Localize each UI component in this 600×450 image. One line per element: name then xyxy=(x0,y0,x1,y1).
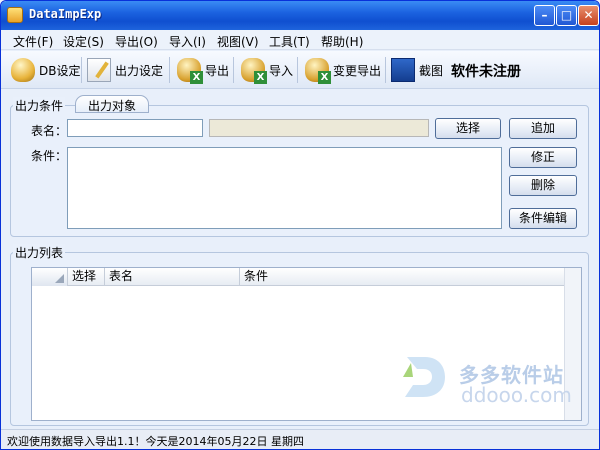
close-icon: ✕ xyxy=(583,8,594,22)
db-setting-label: DB设定 xyxy=(39,63,81,78)
modify-button[interactable]: 修正 xyxy=(509,147,577,168)
maximize-icon: □ xyxy=(560,8,573,22)
table-name-input[interactable] xyxy=(67,119,203,137)
toolbar-separator xyxy=(297,57,298,83)
toolbar: DB设定 出力设定 导出 导入 变更导出 截图 软件未注册 xyxy=(1,51,599,89)
database-icon xyxy=(11,58,35,82)
column-header-condition[interactable]: 条件 xyxy=(241,268,565,286)
add-button[interactable]: 追加 xyxy=(509,118,577,139)
minimize-icon: – xyxy=(541,8,548,22)
table-name-label: 表名： xyxy=(31,124,68,138)
app-window: DataImpExp – □ ✕ 文件(F) 设定(S) 导出(O) 导入(I)… xyxy=(0,0,600,450)
maximize-button[interactable]: □ xyxy=(556,5,577,26)
toolbar-separator xyxy=(81,57,82,83)
output-list-title: 出力列表 xyxy=(13,244,66,261)
select-all-corner[interactable] xyxy=(32,268,68,286)
condition-textarea[interactable] xyxy=(67,147,502,229)
select-button[interactable]: 选择 xyxy=(435,118,501,139)
menu-import[interactable]: 导入(I) xyxy=(169,33,206,50)
screenshot-icon xyxy=(391,58,415,82)
change-export-button[interactable]: 变更导出 xyxy=(305,54,381,86)
watermark-logo-icon xyxy=(403,357,445,397)
condition-label: 条件： xyxy=(31,149,68,163)
menu-tools[interactable]: 工具(T) xyxy=(269,33,310,50)
close-button[interactable]: ✕ xyxy=(578,5,599,26)
menu-settings[interactable]: 设定(S) xyxy=(63,33,104,50)
app-icon xyxy=(7,7,23,23)
change-export-icon xyxy=(305,58,331,84)
import-excel-icon xyxy=(241,58,267,84)
status-bar: 欢迎使用数据导入导出1.1！今天是2014年05月22日 星期四 xyxy=(1,429,599,449)
menu-export[interactable]: 导出(O) xyxy=(115,33,158,50)
watermark-text-en: ddooo.com xyxy=(461,383,572,407)
output-setting-label: 出力设定 xyxy=(115,63,164,78)
output-setting-button[interactable]: 出力设定 xyxy=(87,54,163,86)
db-setting-button[interactable]: DB设定 xyxy=(11,54,80,86)
import-button[interactable]: 导入 xyxy=(241,54,293,86)
edit-condition-button[interactable]: 条件编辑 xyxy=(509,208,577,229)
export-excel-icon xyxy=(177,58,203,84)
export-button[interactable]: 导出 xyxy=(177,54,229,86)
status-text: 欢迎使用数据导入导出1.1！今天是2014年05月22日 星期四 xyxy=(7,435,304,448)
toolbar-separator xyxy=(233,57,234,83)
column-header-select[interactable]: 选择 xyxy=(69,268,105,286)
menu-file[interactable]: 文件(F) xyxy=(13,33,53,50)
condition-group-title: 出力条件 xyxy=(13,97,66,114)
menu-bar: 文件(F) 设定(S) 导出(O) 导入(I) 视图(V) 工具(T) 帮助(H… xyxy=(1,30,599,50)
edit-document-icon xyxy=(87,58,111,82)
export-label: 导出 xyxy=(205,63,230,78)
change-export-label: 变更导出 xyxy=(333,63,382,78)
menu-view[interactable]: 视图(V) xyxy=(217,33,259,50)
tab-output-target[interactable]: 出力对象 xyxy=(75,95,150,113)
minimize-button[interactable]: – xyxy=(534,5,555,26)
delete-button[interactable]: 删除 xyxy=(509,175,577,196)
list-header: 选择 表名 条件 xyxy=(32,268,565,286)
column-header-table-name[interactable]: 表名 xyxy=(106,268,240,286)
table-name-display xyxy=(209,119,429,137)
screenshot-label: 截图 xyxy=(419,63,444,78)
screenshot-button[interactable]: 截图 xyxy=(391,54,443,86)
toolbar-separator xyxy=(169,57,170,83)
import-label: 导入 xyxy=(269,63,294,78)
title-bar: DataImpExp – □ ✕ xyxy=(1,1,599,30)
unregistered-label: 软件未注册 xyxy=(451,64,521,80)
menu-help[interactable]: 帮助(H) xyxy=(321,33,363,50)
window-title: DataImpExp xyxy=(29,7,102,21)
toolbar-separator xyxy=(385,57,386,83)
